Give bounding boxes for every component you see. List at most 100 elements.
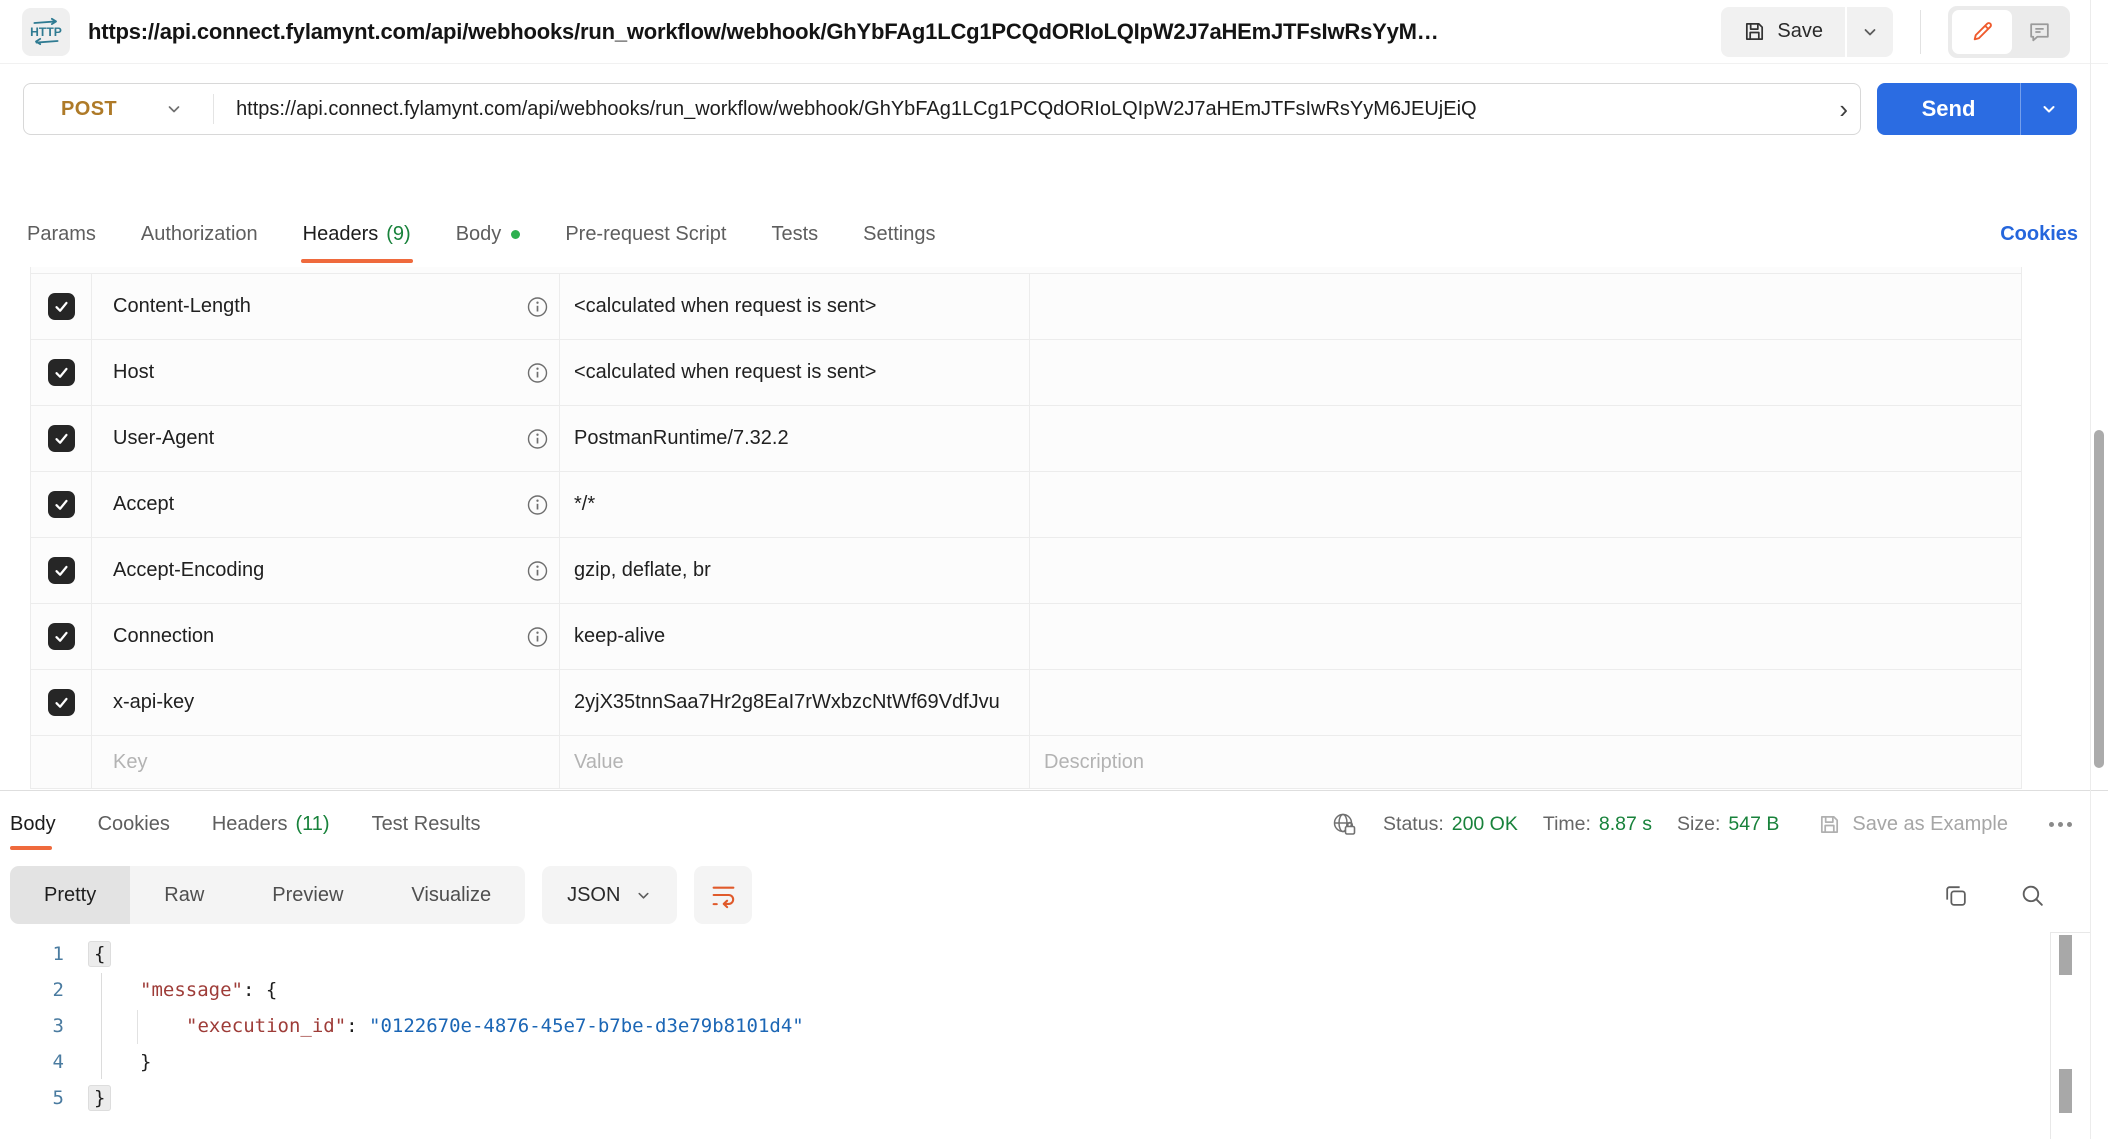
- info-icon[interactable]: [527, 428, 548, 449]
- send-options-dropdown[interactable]: [2021, 83, 2077, 135]
- line-number: 4: [0, 1051, 64, 1073]
- value-placeholder: Value: [574, 751, 624, 774]
- header-key-cell[interactable]: User-Agent: [92, 406, 560, 471]
- header-enabled-checkbox[interactable]: [48, 359, 75, 386]
- topbar-divider: [1920, 10, 1921, 54]
- header-key-cell[interactable]: Connection: [92, 604, 560, 669]
- response-body-code-viewer[interactable]: 1 { 2 "message": { 3 "execution_id": "01…: [0, 936, 2108, 1139]
- header-description-cell[interactable]: [1030, 472, 2022, 537]
- header-description-cell[interactable]: [1030, 538, 2022, 603]
- header-value-cell[interactable]: gzip, deflate, br: [560, 538, 1030, 603]
- header-key-cell[interactable]: Accept: [92, 472, 560, 537]
- tab-body-label: Body: [456, 223, 502, 246]
- header-value-cell[interactable]: PostmanRuntime/7.32.2: [560, 406, 1030, 471]
- tab-params[interactable]: Params: [27, 205, 96, 263]
- header-description-cell[interactable]: [1030, 406, 2022, 471]
- info-icon[interactable]: [527, 362, 548, 383]
- search-button[interactable]: [2019, 882, 2046, 909]
- fold-guide-line: [101, 973, 102, 1079]
- wrap-lines-button[interactable]: [694, 866, 752, 924]
- header-key-cell[interactable]: Host: [92, 340, 560, 405]
- new-header-key-input[interactable]: Key: [92, 736, 560, 788]
- header-value-cell[interactable]: keep-alive: [560, 604, 1030, 669]
- send-button[interactable]: Send: [1877, 83, 2021, 135]
- save-options-dropdown[interactable]: [1847, 7, 1893, 57]
- save-button[interactable]: Save: [1721, 7, 1845, 57]
- header-enabled-checkbox[interactable]: [48, 491, 75, 518]
- checkbox-cell: [30, 340, 92, 405]
- tab-headers[interactable]: Headers (9): [303, 205, 411, 263]
- header-enabled-checkbox[interactable]: [48, 557, 75, 584]
- header-description-cell[interactable]: [1030, 604, 2022, 669]
- info-icon[interactable]: [527, 494, 548, 515]
- header-enabled-checkbox[interactable]: [48, 623, 75, 650]
- header-value-cell[interactable]: <calculated when request is sent>: [560, 274, 1030, 339]
- copy-button[interactable]: [1942, 882, 1969, 909]
- network-globe-lock-icon[interactable]: [1331, 811, 1358, 838]
- new-header-value-input[interactable]: Value: [560, 736, 1030, 788]
- header-value-cell[interactable]: 2yjX35tnnSaa7Hr2g8EaI7rWxbzcNtWf69VdfJvu: [560, 670, 1030, 735]
- table-clipped-row: [30, 267, 2022, 274]
- more-options-icon[interactable]: [2049, 822, 2072, 827]
- new-header-description-input[interactable]: Description: [1030, 736, 2022, 788]
- header-enabled-checkbox[interactable]: [48, 689, 75, 716]
- response-scrollbar-thumb[interactable]: [2059, 1069, 2072, 1113]
- send-button-group: Send: [1877, 83, 2077, 135]
- new-header-row: Key Value Description: [30, 736, 2022, 789]
- url-input[interactable]: https://api.connect.fylamynt.com/api/web…: [214, 96, 1860, 122]
- header-value-cell[interactable]: <calculated when request is sent>: [560, 340, 1030, 405]
- header-key: x-api-key: [113, 691, 194, 714]
- header-key-cell[interactable]: Content-Length: [92, 274, 560, 339]
- tab-pre-request-script[interactable]: Pre-request Script: [565, 205, 726, 263]
- page-scrollbar-thumb[interactable]: [2094, 430, 2104, 768]
- header-description-cell[interactable]: [1030, 274, 2022, 339]
- tab-settings[interactable]: Settings: [863, 205, 935, 263]
- view-mode-visualize[interactable]: Visualize: [377, 866, 525, 924]
- header-key: Accept: [113, 493, 174, 516]
- response-tab-cookies[interactable]: Cookies: [98, 791, 170, 857]
- view-mode-raw[interactable]: Raw: [130, 866, 238, 924]
- checkmark-icon: [53, 364, 70, 381]
- response-tab-headers[interactable]: Headers (11): [212, 791, 330, 857]
- method-selector[interactable]: POST: [24, 98, 213, 121]
- size-badge: Size:547 B: [1677, 813, 1779, 836]
- tab-tests[interactable]: Tests: [771, 205, 818, 263]
- tab-params-label: Params: [27, 223, 96, 246]
- header-key-cell[interactable]: x-api-key: [92, 670, 560, 735]
- header-key-cell[interactable]: Accept-Encoding: [92, 538, 560, 603]
- info-icon[interactable]: [527, 296, 548, 317]
- method-url-box: POST https://api.connect.fylamynt.com/ap…: [23, 83, 1861, 135]
- header-value: PostmanRuntime/7.32.2: [574, 427, 789, 450]
- save-as-example-button[interactable]: Save as Example: [1818, 813, 2008, 836]
- fold-toggle[interactable]: {: [88, 941, 111, 967]
- header-enabled-checkbox[interactable]: [48, 293, 75, 320]
- header-row: Host <calculated when request is sent>: [30, 340, 2022, 406]
- topbar-actions: Save: [1721, 6, 2088, 58]
- page-scrollbar-track: [2090, 0, 2108, 1139]
- response-tab-test-results-label: Test Results: [372, 813, 481, 836]
- response-tab-body[interactable]: Body: [10, 791, 56, 857]
- checkbox-cell: [30, 406, 92, 471]
- header-description-cell[interactable]: [1030, 670, 2022, 735]
- code-line: 5 }: [0, 1080, 2108, 1116]
- view-mode-pretty[interactable]: Pretty: [10, 866, 130, 924]
- tab-authorization[interactable]: Authorization: [141, 205, 258, 263]
- checkmark-icon: [53, 562, 70, 579]
- view-mode-preview[interactable]: Preview: [238, 866, 377, 924]
- info-icon[interactable]: [527, 626, 548, 647]
- cookies-link[interactable]: Cookies: [2000, 223, 2078, 246]
- tab-body[interactable]: Body: [456, 205, 521, 263]
- header-key: Host: [113, 361, 154, 384]
- format-select[interactable]: JSON: [542, 866, 677, 924]
- response-tab-cookies-label: Cookies: [98, 813, 170, 836]
- edit-mode-button[interactable]: [1952, 10, 2012, 54]
- comments-button[interactable]: [2012, 10, 2066, 54]
- fold-toggle[interactable]: }: [88, 1085, 111, 1111]
- response-tab-test-results[interactable]: Test Results: [372, 791, 481, 857]
- header-description-cell[interactable]: [1030, 340, 2022, 405]
- response-scrollbar-thumb[interactable]: [2059, 935, 2072, 975]
- headers-table: Content-Length <calculated when request …: [30, 267, 2022, 789]
- header-value-cell[interactable]: */*: [560, 472, 1030, 537]
- header-enabled-checkbox[interactable]: [48, 425, 75, 452]
- info-icon[interactable]: [527, 560, 548, 581]
